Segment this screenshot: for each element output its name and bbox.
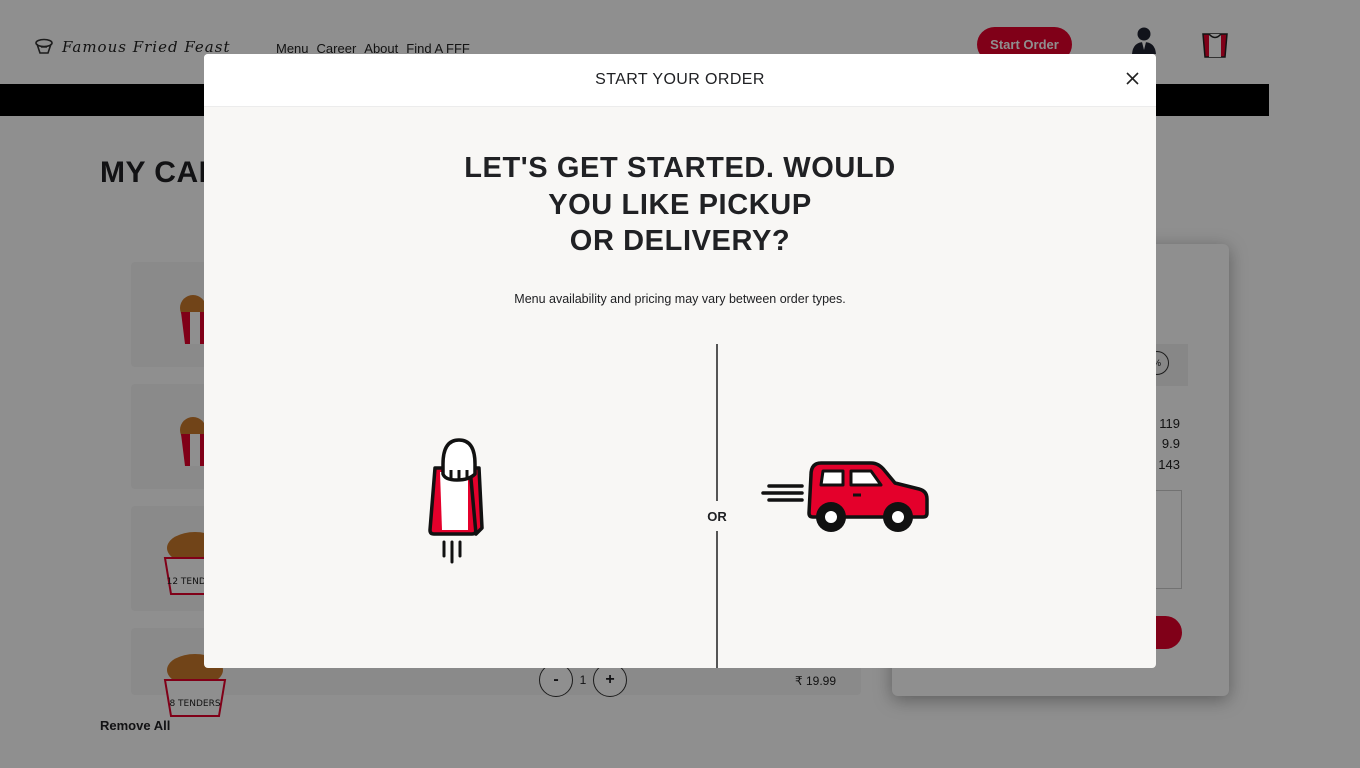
modal-title: START YOUR ORDER <box>595 71 765 88</box>
start-order-modal: START YOUR ORDER LET'S GET STARTED. WOUL… <box>204 54 1156 668</box>
headline-line: OR DELIVERY? <box>569 225 791 257</box>
delivery-car-icon <box>761 461 929 532</box>
modal-headline: LET'S GET STARTED. WOULD YOU LIKE PICKUP… <box>204 150 1156 260</box>
close-icon <box>1125 71 1139 85</box>
pickup-bag-icon <box>428 438 484 564</box>
modal-subtext: Menu availability and pricing may vary b… <box>514 292 846 306</box>
delivery-option[interactable] <box>755 451 930 539</box>
modal-header: START YOUR ORDER <box>204 54 1156 107</box>
or-label: OR <box>700 501 734 531</box>
headline-line: LET'S GET STARTED. WOULD <box>464 152 896 184</box>
pickup-option[interactable] <box>409 424 519 574</box>
close-button[interactable] <box>1121 67 1143 89</box>
headline-line: YOU LIKE PICKUP <box>548 188 812 221</box>
